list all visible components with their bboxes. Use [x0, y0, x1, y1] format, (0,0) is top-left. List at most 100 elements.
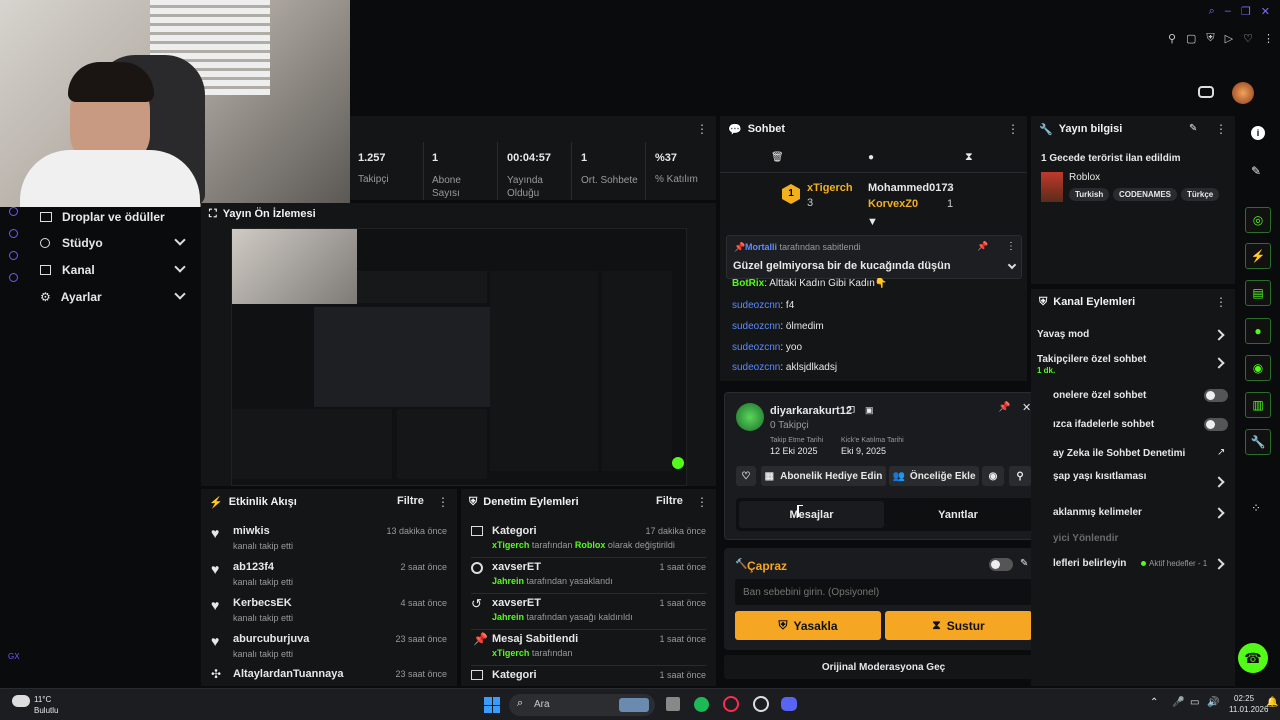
opera-gx-icon[interactable]: [723, 696, 739, 712]
favorite-button[interactable]: ♡: [736, 466, 756, 486]
leader-second[interactable]: Mohammed0173: [868, 182, 954, 194]
collapse-icon[interactable]: ▼: [867, 216, 878, 228]
chat-username[interactable]: sudeozcnn: [732, 321, 780, 332]
tag[interactable]: CODENAMES: [1113, 188, 1178, 201]
discord-icon[interactable]: [781, 697, 797, 711]
unpin-icon[interactable]: 📌: [977, 241, 988, 252]
restore-icon[interactable]: ❐: [1241, 5, 1251, 18]
action-goals[interactable]: lefleri belirleyin Aktif hedefler - 1: [1031, 555, 1235, 573]
activity-menu-icon[interactable]: ⋮: [437, 495, 449, 509]
shield-icon[interactable]: ⛨: [1206, 32, 1214, 45]
rail-icon-1[interactable]: [9, 207, 18, 216]
broadcast-tool-icon[interactable]: ◉: [1245, 355, 1271, 381]
wrench-tool-icon[interactable]: 🔧: [1245, 429, 1271, 455]
moderation-item-title[interactable]: xavserET: [492, 561, 541, 573]
chat-username[interactable]: sudeozcnn: [732, 300, 780, 311]
support-button[interactable]: ☎: [1238, 643, 1268, 673]
chat-menu-icon[interactable]: ⋮: [1007, 122, 1019, 136]
mic-icon[interactable]: 🎤: [1172, 697, 1184, 708]
pin-icon[interactable]: 📌: [998, 402, 1010, 413]
mute-user-button[interactable]: ⧗ Sustur: [885, 611, 1032, 640]
avatar[interactable]: [1232, 82, 1254, 104]
hourglass-icon[interactable]: ⧗: [965, 151, 973, 164]
settings-icon[interactable]: [9, 273, 18, 282]
action-ai-moderation[interactable]: ay Zeka ile Sohbet Denetimi ↗: [1031, 445, 1235, 463]
gift-sub-button[interactable]: ▦ Abonelik Hediye Edin: [761, 466, 886, 486]
copy-icon[interactable]: ❐: [847, 405, 855, 416]
network-icon[interactable]: ▭: [1190, 697, 1199, 708]
app-icon[interactable]: [753, 696, 769, 712]
tab-messages[interactable]: Mesajlar: [739, 501, 884, 528]
chat-username[interactable]: sudeozcnn: [732, 342, 780, 353]
activity-user[interactable]: KerbecsEK: [233, 597, 292, 609]
rail-icon-3[interactable]: [9, 251, 18, 260]
ban-toggle[interactable]: [989, 558, 1013, 571]
chat-username[interactable]: sudeozcnn: [732, 362, 780, 373]
stats-menu-icon[interactable]: ⋮: [696, 122, 708, 136]
user-name[interactable]: diyarkarakurt12: [770, 405, 852, 417]
stream-info-menu-icon[interactable]: ⋮: [1215, 122, 1227, 136]
tag[interactable]: Turkish: [1069, 188, 1110, 201]
pin-icon[interactable]: ⚲: [1168, 32, 1176, 45]
action-slow-mode[interactable]: Yavaş mod: [1031, 326, 1235, 344]
moderation-actor[interactable]: Jahrein: [492, 576, 524, 586]
nav-item-channel[interactable]: Kanal: [30, 260, 198, 280]
moderation-menu-icon[interactable]: ⋮: [696, 495, 708, 509]
spotify-icon[interactable]: [694, 697, 709, 712]
volume-icon[interactable]: 🔊: [1207, 697, 1219, 708]
bolt-tool-icon[interactable]: ⚡: [1245, 243, 1271, 269]
layout-tool-icon[interactable]: ▥: [1245, 392, 1271, 418]
notes-tool-icon[interactable]: ▤: [1245, 280, 1271, 306]
heart-icon[interactable]: ♡: [1243, 32, 1253, 45]
chevron-up-icon[interactable]: ⌃: [1150, 697, 1158, 708]
moderation-actor[interactable]: Jahrein: [492, 612, 524, 622]
moderation-item-title[interactable]: xavserET: [492, 597, 541, 609]
action-age-restriction[interactable]: şap yaşı kısıtlaması: [1031, 471, 1235, 489]
channel-actions-menu-icon[interactable]: ⋮: [1215, 295, 1227, 309]
moderation-filter-button[interactable]: Filtre: [656, 495, 683, 507]
nav-item-settings[interactable]: ⚙ Ayarlar: [30, 287, 198, 307]
action-subscribers-only[interactable]: onelere özel sohbet: [1031, 387, 1235, 405]
close-icon[interactable]: ✕: [1022, 401, 1031, 414]
chat-bubble-icon[interactable]: ●: [868, 152, 874, 163]
task-view-icon[interactable]: [666, 697, 680, 711]
activity-user[interactable]: ab123f4: [233, 561, 274, 573]
ban-button[interactable]: ⛨ Yasakla: [735, 611, 881, 640]
leader-third[interactable]: KorvexZ0: [868, 198, 918, 210]
tab-replies[interactable]: Yanıtlar: [886, 501, 1030, 528]
moderation-actor[interactable]: xTigerch: [492, 540, 529, 550]
close-icon[interactable]: ✕: [1261, 5, 1270, 18]
menu-icon[interactable]: ⋮: [1263, 32, 1274, 45]
play-icon[interactable]: ▷: [1225, 32, 1233, 45]
camera-tool-icon[interactable]: ◎: [1245, 207, 1271, 233]
preview-video[interactable]: [231, 228, 687, 486]
chat-username[interactable]: BotRix: [732, 278, 764, 289]
activity-filter-button[interactable]: Filtre: [397, 495, 424, 507]
nav-item-studio[interactable]: Stüdyo: [30, 233, 198, 253]
notification-icon[interactable]: 🔔: [1266, 697, 1278, 708]
leader-first[interactable]: xTigerch: [807, 182, 853, 194]
action-raid[interactable]: yici Yönlendir: [1031, 530, 1235, 548]
trash-icon[interactable]: 🗑: [771, 152, 784, 163]
edit-icon[interactable]: ✎: [1189, 123, 1197, 134]
category-name[interactable]: Roblox: [1069, 172, 1100, 183]
tag[interactable]: Türkçe: [1181, 188, 1220, 201]
search-icon[interactable]: ⌕: [1209, 5, 1215, 18]
extensions-icon[interactable]: ⁘: [1251, 501, 1261, 515]
edit-icon[interactable]: ✎: [1020, 558, 1028, 569]
windows-start-icon[interactable]: [484, 697, 500, 713]
pinned-menu-icon[interactable]: ⋮: [1006, 241, 1016, 252]
gamepad-icon[interactable]: [1198, 86, 1214, 98]
mute-button[interactable]: ⚲: [1009, 466, 1031, 486]
action-followers-only[interactable]: Takipçilere özel sohbet 1 dk.: [1031, 352, 1235, 378]
profile-icon[interactable]: ▣: [865, 405, 874, 416]
taskbar-search[interactable]: ⌕ Ara: [509, 694, 655, 716]
activity-user[interactable]: aburcuburjuva: [233, 633, 309, 645]
rail-icon-2[interactable]: [9, 229, 18, 238]
priority-button[interactable]: 👥 Önceliğe Ekle: [889, 466, 979, 486]
toggle[interactable]: [1204, 389, 1228, 402]
toggle[interactable]: [1204, 418, 1228, 431]
activity-user[interactable]: miwkis: [233, 525, 270, 537]
original-moderation-button[interactable]: Orijinal Moderasyona Geç: [724, 655, 1043, 679]
view-button[interactable]: ◉: [982, 466, 1004, 486]
